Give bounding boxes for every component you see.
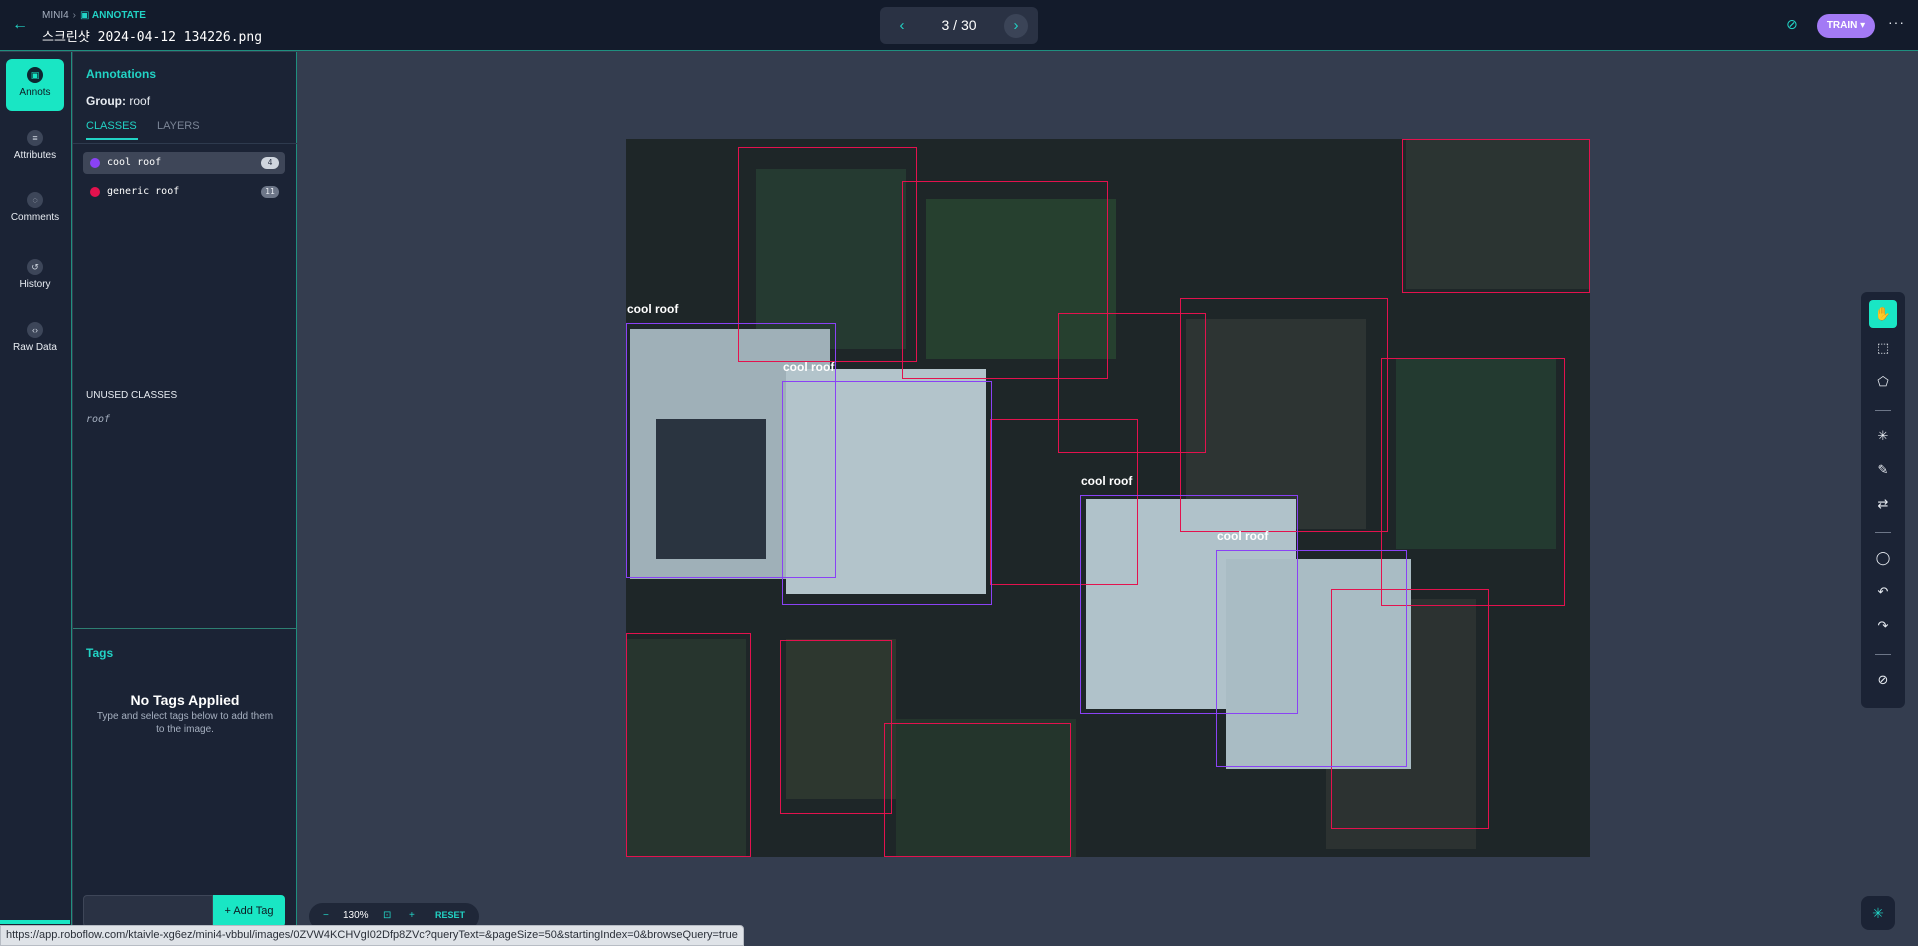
image-filename: 스크린샷 2024-04-12 134226.png: [42, 30, 263, 45]
lock-icon[interactable]: ⊡: [383, 910, 391, 921]
zoom-reset-button[interactable]: RESET: [435, 910, 465, 920]
class-color-dot: [90, 158, 100, 168]
more-options-icon[interactable]: ···: [1888, 14, 1905, 30]
unused-class-item[interactable]: roof: [86, 414, 110, 425]
bbox-cool-roof-label: cool roof: [1217, 529, 1269, 543]
comment-icon: ◌: [27, 192, 43, 208]
train-button[interactable]: TRAIN ▾: [1817, 14, 1875, 38]
nav-label: Attributes: [13, 150, 57, 161]
image-pager: ‹ 3 / 30 ›: [880, 7, 1038, 44]
help-icon[interactable]: ✳: [1861, 896, 1895, 930]
next-image-button[interactable]: ›: [1004, 14, 1028, 38]
nav-raw-data[interactable]: ‹› Raw Data: [6, 314, 64, 366]
history-icon: ↺: [27, 259, 43, 275]
nav-label: History: [19, 279, 51, 290]
zoom-level: 130%: [343, 910, 369, 921]
tab-divider: [73, 143, 297, 144]
add-tag-button[interactable]: + Add Tag: [213, 895, 285, 927]
magic-wand-icon[interactable]: ✎: [1869, 456, 1897, 484]
bbox-cool-roof-label: cool roof: [627, 302, 679, 316]
breadcrumb-project[interactable]: MINI4: [42, 10, 69, 21]
bbox-cool-roof-label: cool roof: [1081, 474, 1133, 488]
chevron-down-icon: ▾: [1860, 20, 1866, 31]
breadcrumb-mode-label: ANNOTATE: [91, 10, 146, 21]
bbox-cool-roof-label: cool roof: [783, 360, 835, 374]
back-arrow-icon[interactable]: ←: [12, 16, 30, 34]
unused-classes-title: UNUSED CLASSES: [86, 390, 178, 401]
no-tags-heading: No Tags Applied: [130, 692, 240, 708]
group-key: Group:: [86, 94, 126, 108]
group-value: roof: [129, 94, 151, 108]
left-navigation: ▣ Annots ≡ Attributes ◌ Comments ↺ Histo…: [0, 52, 72, 946]
top-bar: ← MINI4 › ▣ ANNOTATE 스크린샷 2024-04-12 13422…: [0, 0, 1918, 51]
nav-comments[interactable]: ◌ Comments: [6, 184, 64, 236]
pan-hand-icon[interactable]: ✋: [1869, 300, 1897, 328]
tags-title: Tags: [86, 646, 114, 660]
nav-label: Raw Data: [13, 342, 57, 353]
class-name: cool roof: [107, 157, 162, 168]
tool-palette: ✋ ⬚ ⬠ ✳ ✎ ⇄ ◯ ↶ ↷ ⊘: [1861, 292, 1905, 708]
comment-tool-icon[interactable]: ◯: [1869, 544, 1897, 572]
breadcrumb: MINI4 › ▣ ANNOTATE: [42, 10, 146, 21]
nav-label: Annots: [19, 87, 51, 98]
list-icon: ≡: [27, 130, 43, 146]
panel-title: Annotations: [86, 67, 156, 81]
bbox-generic-roof[interactable]: [1381, 358, 1565, 606]
bbox-generic-roof[interactable]: [884, 723, 1071, 857]
browser-status-url: https://app.roboflow.com/ktaivle-xg6ez/m…: [0, 925, 744, 946]
breadcrumb-mode: ▣ ANNOTATE: [80, 10, 146, 21]
chevron-right-icon: ›: [1013, 17, 1019, 34]
bbox-generic-roof[interactable]: [1402, 139, 1590, 293]
nav-history[interactable]: ↺ History: [6, 251, 64, 303]
tag-input[interactable]: [83, 895, 213, 927]
nav-attributes[interactable]: ≡ Attributes: [6, 122, 64, 174]
group-label: Group: roof: [86, 94, 150, 108]
breadcrumb-separator: ›: [72, 10, 77, 21]
class-count-badge: 11: [261, 186, 279, 198]
tool-separator: [1875, 532, 1891, 533]
smart-select-icon[interactable]: ✳: [1869, 422, 1897, 450]
undo-icon[interactable]: ↶: [1869, 578, 1897, 606]
tab-classes[interactable]: CLASSES: [86, 120, 137, 132]
code-icon: ‹›: [27, 322, 43, 338]
zoom-out-button[interactable]: −: [323, 910, 329, 921]
tab-layers[interactable]: LAYERS: [157, 120, 200, 132]
class-color-dot: [90, 187, 100, 197]
nav-label: Comments: [10, 212, 60, 223]
tool-separator: [1875, 654, 1891, 655]
accent-strip: [0, 920, 70, 924]
bbox-generic-roof[interactable]: [780, 640, 892, 814]
annotations-panel: Annotations Group: roof CLASSES LAYERS c…: [73, 52, 297, 946]
class-count-badge: 4: [261, 157, 279, 169]
class-name: generic roof: [107, 186, 180, 197]
zoom-in-button[interactable]: +: [409, 910, 415, 921]
polygon-tool-icon[interactable]: ⬠: [1869, 368, 1897, 396]
bbox-cool-roof[interactable]: [782, 381, 992, 605]
bbox-generic-roof[interactable]: [626, 633, 751, 857]
class-item-generic-roof[interactable]: generic roof 11: [83, 181, 285, 203]
bbox-cool-roof[interactable]: [1216, 550, 1407, 767]
train-label: TRAIN: [1826, 20, 1858, 31]
hide-annotations-icon[interactable]: ⊘: [1786, 16, 1798, 33]
bounding-box-tool-icon[interactable]: ⬚: [1869, 334, 1897, 362]
annotation-canvas[interactable]: cool roof cool roof cool roof cool roof: [626, 139, 1590, 857]
annotations-icon: ▣: [27, 67, 43, 83]
image-frame-icon: ▣: [80, 10, 92, 21]
class-item-cool-roof[interactable]: cool roof 4: [83, 152, 285, 174]
redo-icon[interactable]: ↷: [1869, 612, 1897, 640]
repeat-icon[interactable]: ⇄: [1869, 490, 1897, 518]
active-tab-indicator: [86, 138, 138, 140]
no-tags-hint: Type and select tags below to add them t…: [96, 711, 274, 735]
panel-divider: [73, 628, 297, 629]
null-annotation-icon[interactable]: ⊘: [1869, 666, 1897, 694]
nav-annots[interactable]: ▣ Annots: [6, 59, 64, 111]
tool-separator: [1875, 410, 1891, 411]
